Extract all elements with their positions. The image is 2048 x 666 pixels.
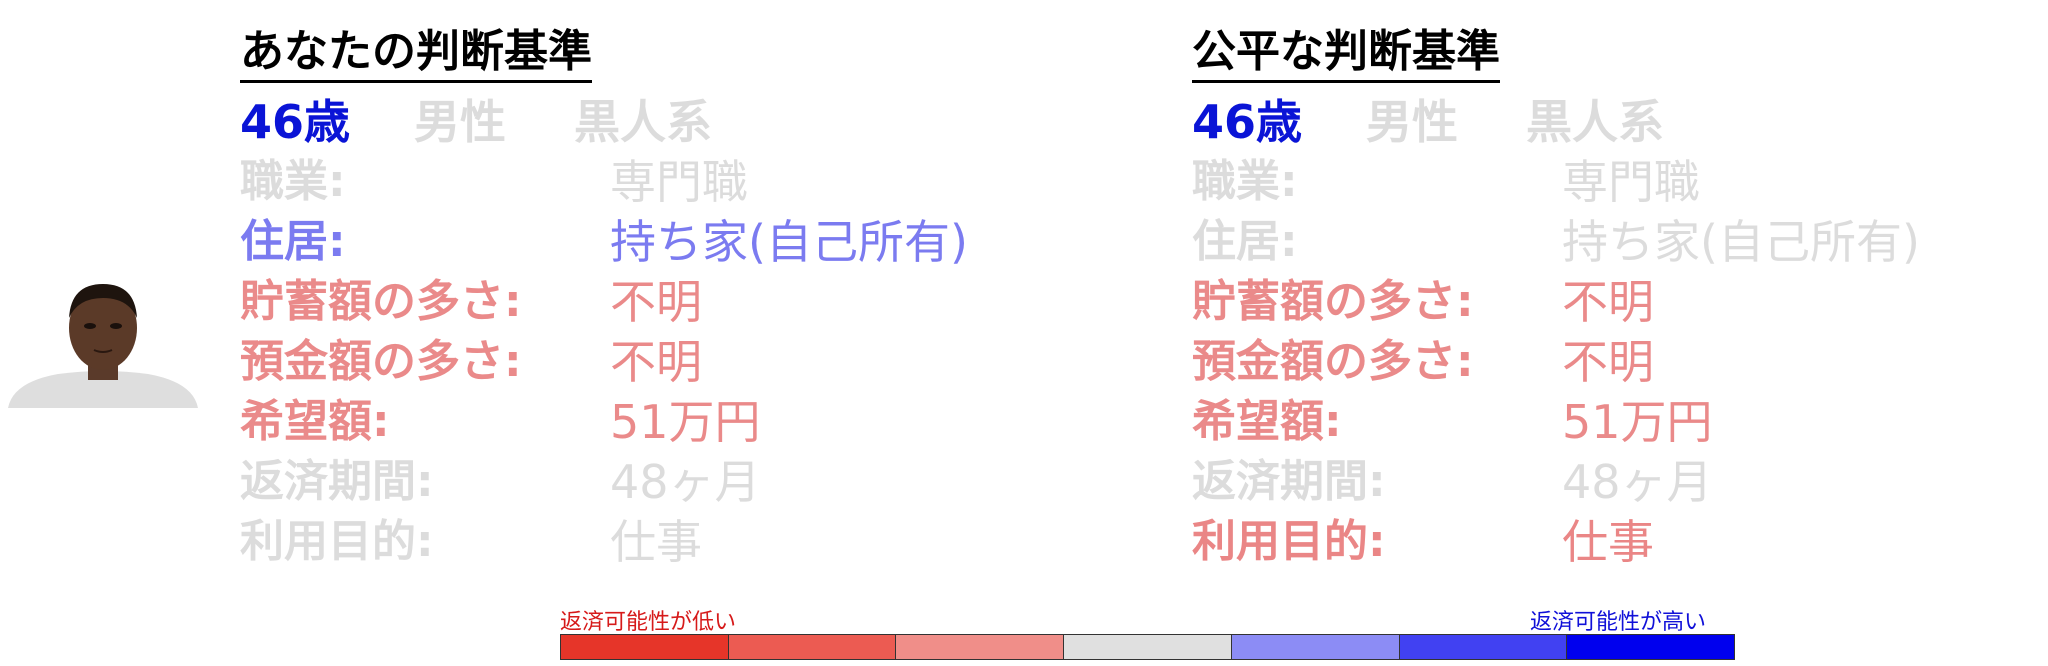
savings-label: 貯蓄額の多さ: xyxy=(240,276,522,327)
row-deposits: 預金額の多さ: 不明 xyxy=(1192,334,1992,390)
scale-segment-2 xyxy=(728,635,897,659)
demographics: 46歳 男性 黒人系 xyxy=(240,94,712,150)
requested-amount-label: 希望額: xyxy=(1192,396,1342,447)
row-purpose: 利用目的: 仕事 xyxy=(240,514,1040,570)
sex-label: 男性 xyxy=(1366,95,1459,149)
purpose-label: 利用目的: xyxy=(1192,516,1386,567)
panel-heading: あなたの判断基準 xyxy=(240,26,592,83)
housing-value: 持ち家(自己所有) xyxy=(1562,215,1920,269)
row-deposits: 預金額の多さ: 不明 xyxy=(240,334,1040,390)
row-occupation: 職業: 専門職 xyxy=(1192,154,1992,210)
row-housing: 住居: 持ち家(自己所有) xyxy=(240,214,1040,270)
savings-label: 貯蓄額の多さ: xyxy=(1192,276,1474,327)
scale-low-label: 返済可能性が低い xyxy=(560,610,737,635)
age-label: 46歳 xyxy=(240,95,351,149)
row-occupation: 職業: 専門職 xyxy=(240,154,1040,210)
sex-label: 男性 xyxy=(414,95,507,149)
row-housing: 住居: 持ち家(自己所有) xyxy=(1192,214,1992,270)
savings-value: 不明 xyxy=(610,275,702,329)
savings-value: 不明 xyxy=(1562,275,1654,329)
repayment-period-label: 返済期間: xyxy=(240,456,434,507)
purpose-value: 仕事 xyxy=(610,515,702,569)
repayment-period-value: 48ヶ月 xyxy=(610,455,761,509)
race-label: 黒人系 xyxy=(574,95,713,149)
purpose-value: 仕事 xyxy=(1562,515,1654,569)
row-repayment-period: 返済期間: 48ヶ月 xyxy=(240,454,1040,510)
deposits-label: 預金額の多さ: xyxy=(1192,336,1474,387)
row-repayment-period: 返済期間: 48ヶ月 xyxy=(1192,454,1992,510)
housing-value: 持ち家(自己所有) xyxy=(610,215,968,269)
deposits-label: 預金額の多さ: xyxy=(240,336,522,387)
repayment-period-value: 48ヶ月 xyxy=(1562,455,1713,509)
row-requested-amount: 希望額: 51万円 xyxy=(240,394,1040,450)
row-requested-amount: 希望額: 51万円 xyxy=(1192,394,1992,450)
scale-segment-7 xyxy=(1567,635,1735,659)
occupation-value: 専門職 xyxy=(1562,155,1700,209)
repayment-likelihood-scale xyxy=(560,634,1735,660)
row-savings: 貯蓄額の多さ: 不明 xyxy=(1192,274,1992,330)
scale-segment-5 xyxy=(1231,635,1400,659)
requested-amount-value: 51万円 xyxy=(610,395,761,449)
applicant-portrait xyxy=(8,284,198,408)
race-label: 黒人系 xyxy=(1526,95,1665,149)
row-purpose: 利用目的: 仕事 xyxy=(1192,514,1992,570)
occupation-label: 職業: xyxy=(240,156,346,207)
occupation-value: 専門職 xyxy=(610,155,748,209)
repayment-period-label: 返済期間: xyxy=(1192,456,1386,507)
housing-label: 住居: xyxy=(240,216,346,267)
scale-high-label: 返済可能性が高い xyxy=(1530,610,1707,635)
purpose-label: 利用目的: xyxy=(240,516,434,567)
housing-label: 住居: xyxy=(1192,216,1298,267)
requested-amount-value: 51万円 xyxy=(1562,395,1713,449)
deposits-value: 不明 xyxy=(610,335,702,389)
scale-segment-3 xyxy=(896,635,1065,659)
scale-segment-4 xyxy=(1064,635,1232,659)
requested-amount-label: 希望額: xyxy=(240,396,390,447)
panel-heading: 公平な判断基準 xyxy=(1192,26,1500,83)
scale-segment-6 xyxy=(1399,635,1568,659)
age-label: 46歳 xyxy=(1192,95,1303,149)
deposits-value: 不明 xyxy=(1562,335,1654,389)
demographics: 46歳 男性 黒人系 xyxy=(1192,94,1664,150)
occupation-label: 職業: xyxy=(1192,156,1298,207)
scale-segment-1 xyxy=(561,635,729,659)
row-savings: 貯蓄額の多さ: 不明 xyxy=(240,274,1040,330)
